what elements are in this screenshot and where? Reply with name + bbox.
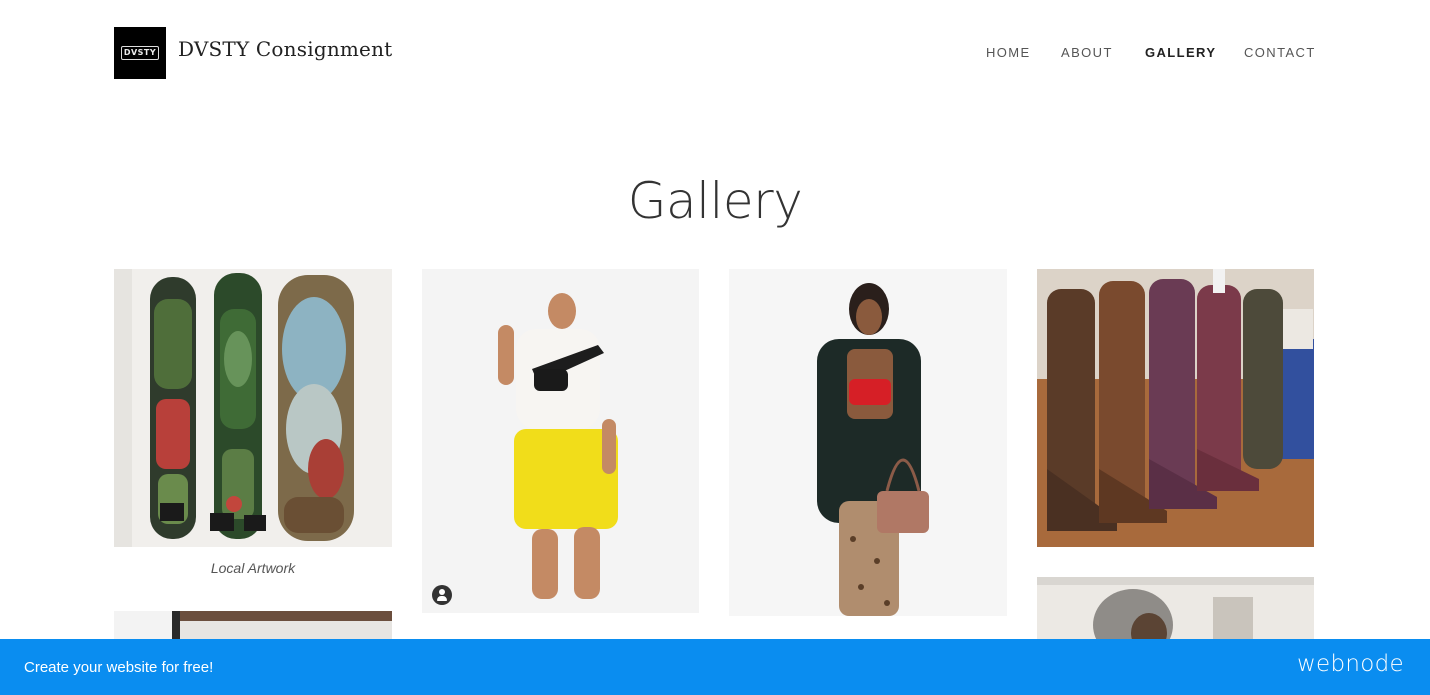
nav-home[interactable]: HOME xyxy=(986,45,1031,60)
cowboy-boots-image xyxy=(1037,269,1314,547)
nav-about[interactable]: ABOUT xyxy=(1061,45,1113,60)
promo-text[interactable]: Create your website for free! xyxy=(24,659,213,676)
page-title: Gallery xyxy=(627,172,803,230)
gallery-caption-artwork: Local Artwork xyxy=(210,560,296,576)
gallery-tile-artwork[interactable] xyxy=(114,269,392,547)
man-yellow-shorts-image xyxy=(422,269,699,613)
site-header: DVSTY DVSTY Consignment HOME ABOUT GALLE… xyxy=(0,0,1430,105)
main-nav: HOME ABOUT GALLERY CONTACT xyxy=(0,45,1430,63)
promo-bar[interactable]: Create your website for free! webnode xyxy=(0,639,1430,695)
webnode-logo[interactable]: webnode xyxy=(1297,651,1404,677)
nav-contact[interactable]: CONTACT xyxy=(1244,45,1316,60)
nav-gallery[interactable]: GALLERY xyxy=(1145,45,1216,60)
woman-leopard-pants-image xyxy=(729,269,1007,616)
skateboard-artwork-image xyxy=(114,269,392,547)
gallery-tile-cowboy-boots[interactable] xyxy=(1037,269,1314,547)
gallery-tile-leopard-pants[interactable] xyxy=(729,269,1007,616)
gallery-tile-yellow-shorts[interactable] xyxy=(422,269,699,613)
user-avatar-icon[interactable] xyxy=(432,585,452,605)
